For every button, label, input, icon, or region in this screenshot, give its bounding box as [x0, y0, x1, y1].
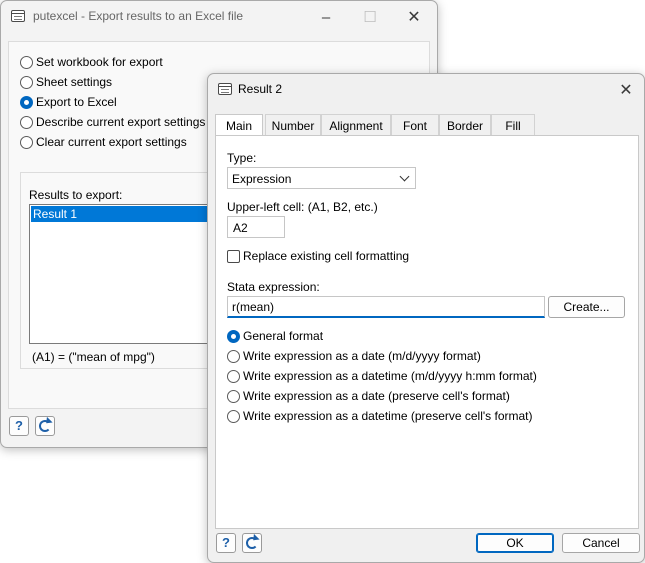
format-radio-general-button[interactable] — [227, 330, 240, 343]
radio-sheet-settings-label: Sheet settings — [36, 75, 113, 89]
cancel-button[interactable]: Cancel — [562, 533, 640, 553]
results-list-item-label: Result 1 — [33, 207, 78, 221]
format-radio-date-button[interactable] — [227, 350, 240, 363]
tab-main[interactable]: Main — [215, 114, 263, 137]
tab-fill[interactable]: Fill — [491, 114, 535, 136]
putexcel-titlebar[interactable]: putexcel - Export results to an Excel fi… — [1, 1, 437, 33]
radio-describe-settings-label: Describe current export settings — [36, 115, 206, 129]
tab-alignment[interactable]: Alignment — [321, 114, 391, 136]
dialog-bottom-bar: ? OK Cancel — [208, 528, 644, 558]
chevron-down-icon — [399, 171, 410, 182]
format-radio-general-label: General format — [243, 329, 324, 343]
results-group: Results to export: Result 1 (A1) = ("mea… — [20, 172, 229, 369]
help-icon: ? — [15, 418, 23, 433]
format-radio-date-label: Write expression as a date (m/d/yyyy for… — [243, 349, 481, 363]
tab-border-label: Border — [446, 119, 484, 133]
minimize-button[interactable]: – — [303, 1, 349, 33]
upper-left-cell-input[interactable]: A2 — [227, 216, 285, 238]
radio-set-workbook-label: Set workbook for export — [36, 55, 163, 69]
type-label: Type: — [227, 151, 257, 165]
dialog-close-button[interactable]: ✕ — [606, 74, 644, 106]
maximize-button[interactable]: ☐ — [347, 1, 393, 33]
dialog-help-button[interactable]: ? — [216, 533, 236, 553]
format-radio-datetime-preserve-label: Write expression as a datetime (preserve… — [243, 409, 533, 423]
dialog-title: Result 2 — [238, 82, 283, 96]
upper-left-cell-label: Upper-left cell: (A1, B2, etc.) — [227, 200, 378, 214]
format-radio-datetime-button[interactable] — [227, 370, 240, 383]
format-radio-datetime-label: Write expression as a datetime (m/d/yyyy… — [243, 369, 537, 383]
tab-border[interactable]: Border — [439, 114, 491, 136]
refresh-icon — [39, 420, 51, 432]
create-button-label: Create... — [563, 300, 610, 314]
results-listbox[interactable]: Result 1 — [29, 204, 229, 344]
type-select-value: Expression — [232, 172, 292, 186]
close-button[interactable]: ✕ — [391, 1, 437, 33]
reset-button[interactable] — [35, 416, 55, 436]
format-radio-date-preserve-button[interactable] — [227, 390, 240, 403]
help-icon: ? — [222, 535, 230, 550]
tab-alignment-label: Alignment — [329, 119, 383, 133]
tab-fill-label: Fill — [505, 119, 521, 133]
dialog-reset-button[interactable] — [242, 533, 262, 553]
tab-number-label: Number — [271, 119, 315, 133]
stata-expression-value: r(mean) — [232, 300, 275, 314]
radio-export-to-excel-button[interactable] — [20, 96, 33, 109]
ok-button-label: OK — [506, 536, 524, 550]
results-to-export-label: Results to export: — [29, 188, 123, 202]
main-tab-panel: Type: Expression Upper-left cell: (A1, B… — [215, 135, 639, 529]
result-dialog-titlebar[interactable]: Result 2 ✕ — [208, 74, 644, 106]
result-dialog: Result 2 ✕ Main Number Alignment Font Bo… — [207, 73, 645, 563]
cancel-button-label: Cancel — [582, 536, 620, 550]
tab-font-label: Font — [402, 119, 427, 133]
replace-formatting-box[interactable] — [227, 250, 240, 263]
help-button[interactable]: ? — [9, 416, 29, 436]
ok-button[interactable]: OK — [476, 533, 554, 553]
results-list-item[interactable]: Result 1 — [31, 206, 228, 222]
tab-strip: Main Number Alignment Font Border Fill — [215, 114, 639, 137]
upper-left-cell-value: A2 — [233, 221, 248, 235]
radio-sheet-settings-button[interactable] — [20, 76, 33, 89]
radio-export-to-excel-label: Export to Excel — [36, 95, 117, 109]
radio-describe-settings-button[interactable] — [20, 116, 33, 129]
radio-set-workbook-button[interactable] — [20, 56, 33, 69]
replace-formatting-label: Replace existing cell formatting — [243, 249, 410, 263]
radio-clear-settings-label: Clear current export settings — [36, 135, 187, 149]
format-radio-datetime-preserve-button[interactable] — [227, 410, 240, 423]
window-form-icon — [11, 10, 25, 22]
tab-font[interactable]: Font — [391, 114, 439, 136]
tab-number[interactable]: Number — [265, 114, 321, 136]
stata-expression-input[interactable]: r(mean) — [227, 296, 545, 318]
format-radio-date-preserve-label: Write expression as a date (preserve cel… — [243, 389, 510, 403]
assignment-text: (A1) = ("mean of mpg") — [32, 350, 155, 364]
radio-clear-settings-button[interactable] — [20, 136, 33, 149]
tab-main-label: Main — [225, 119, 252, 133]
putexcel-title: putexcel - Export results to an Excel fi… — [33, 9, 244, 23]
stata-expression-label: Stata expression: — [227, 280, 320, 294]
type-select[interactable]: Expression — [227, 167, 416, 189]
create-button[interactable]: Create... — [548, 296, 625, 318]
refresh-icon — [246, 537, 258, 549]
window-form-icon — [218, 83, 232, 95]
